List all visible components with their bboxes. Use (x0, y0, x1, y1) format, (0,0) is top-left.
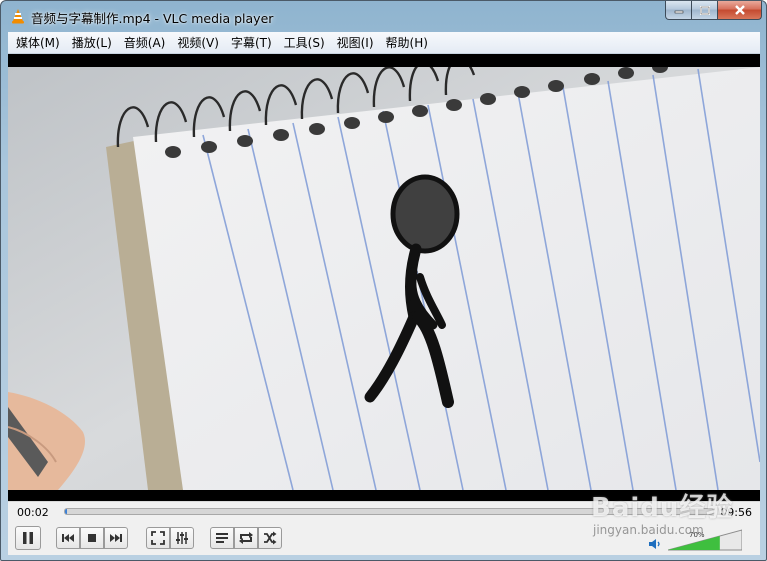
shuffle-icon (264, 531, 277, 545)
previous-button[interactable] (56, 527, 80, 549)
stop-icon (88, 534, 96, 542)
loop-icon (239, 532, 253, 544)
next-icon (110, 534, 122, 542)
minimize-button[interactable] (665, 1, 692, 20)
extended-settings-button[interactable] (170, 527, 194, 549)
vlc-window: 音频与字幕制作.mp4 - VLC media player 媒体(M) 播放(… (0, 0, 767, 561)
window-title: 音频与字幕制作.mp4 - VLC media player (31, 11, 274, 26)
menu-view[interactable]: 视图(I) (331, 33, 380, 53)
title-bar[interactable]: 音频与字幕制作.mp4 - VLC media player (1, 1, 766, 31)
close-icon (734, 5, 745, 15)
vlc-cone-icon (12, 9, 24, 24)
menu-video[interactable]: 视频(V) (171, 33, 225, 53)
playlist-button[interactable] (210, 527, 234, 549)
elapsed-time[interactable]: 00:02 (17, 506, 49, 519)
fullscreen-button[interactable] (146, 527, 170, 549)
menu-tools[interactable]: 工具(S) (278, 33, 331, 53)
maximize-icon (699, 5, 710, 15)
playlist-icon (216, 533, 228, 543)
menu-media[interactable]: 媒体(M) (10, 33, 66, 53)
equalizer-icon (176, 532, 188, 544)
close-button[interactable] (718, 1, 762, 20)
stop-button[interactable] (80, 527, 104, 549)
window-controls (665, 1, 762, 21)
previous-icon (62, 534, 74, 542)
fullscreen-icon (151, 531, 165, 545)
pause-button[interactable] (15, 526, 41, 550)
baidu-watermark: Baidu经验 jingyan.baidu.com (583, 481, 753, 551)
maximize-button[interactable] (692, 1, 718, 20)
pause-icon (23, 532, 33, 544)
watermark-subtext: jingyan.baidu.com (593, 523, 704, 537)
watermark-text: Baidu经验 (591, 493, 734, 523)
menu-help[interactable]: 帮助(H) (380, 33, 434, 53)
menu-playback[interactable]: 播放(L) (66, 33, 118, 53)
random-button[interactable] (258, 527, 282, 549)
menu-subtitle[interactable]: 字幕(T) (225, 33, 278, 53)
minimize-icon (674, 10, 683, 14)
menu-audio[interactable]: 音频(A) (118, 33, 172, 53)
video-frame-image (8, 67, 760, 490)
seek-progress (65, 509, 68, 514)
loop-button[interactable] (234, 527, 258, 549)
next-button[interactable] (104, 527, 128, 549)
menu-bar: 媒体(M) 播放(L) 音频(A) 视频(V) 字幕(T) 工具(S) 视图(I… (8, 32, 760, 54)
video-output[interactable] (8, 54, 760, 501)
